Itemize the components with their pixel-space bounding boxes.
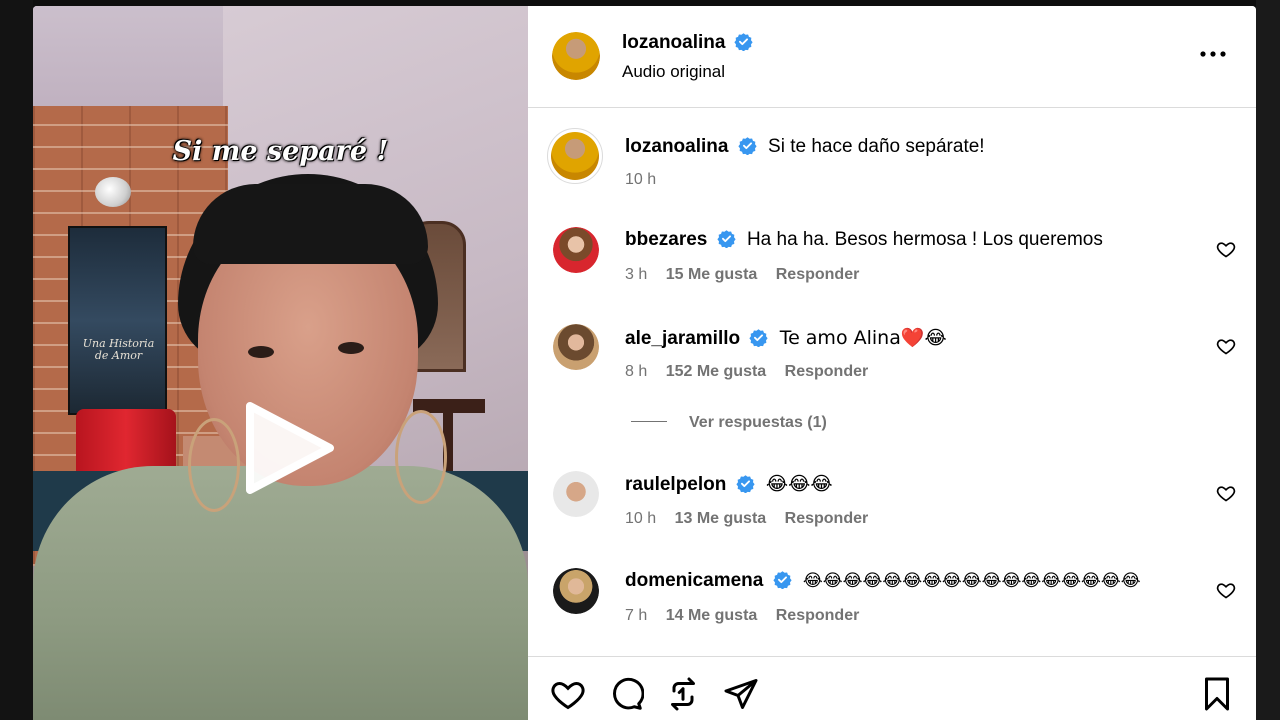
avatar[interactable] xyxy=(553,324,599,370)
comment-text: Te amo Alina❤️😂 xyxy=(779,327,947,349)
comment-time[interactable]: 8 h xyxy=(625,363,647,380)
comment-likes[interactable]: 152 Me gusta xyxy=(666,363,766,380)
verified-icon xyxy=(738,137,757,155)
comment-item: domenicamena 😂😂😂😂😂😂😂😂😂😂😂😂😂😂😂😂😂 7 h 14 Me… xyxy=(528,565,1256,635)
caption-text: Si te hace daño sepárate! xyxy=(768,136,985,157)
action-bar xyxy=(528,656,1256,720)
comment-username[interactable]: bbezares xyxy=(625,229,707,250)
avatar[interactable] xyxy=(552,32,600,80)
play-icon[interactable] xyxy=(238,398,338,498)
share-icon[interactable] xyxy=(723,676,759,712)
heart-icon[interactable] xyxy=(1216,580,1236,600)
comment-item: raulelpelon 😂😂😂 10 h 13 Me gusta Respond… xyxy=(528,468,1256,538)
post-author-username[interactable]: lozanoalina xyxy=(622,32,725,53)
comment-item: bbezares Ha ha ha. Besos hermosa ! Los q… xyxy=(528,224,1256,294)
verified-icon xyxy=(749,329,769,347)
comment-time[interactable]: 7 h xyxy=(625,607,647,624)
video-person xyxy=(248,346,274,358)
comment-icon[interactable] xyxy=(608,676,644,712)
replies-divider xyxy=(631,421,667,422)
avatar[interactable] xyxy=(547,128,603,184)
heart-icon[interactable] xyxy=(1216,336,1236,356)
video-person xyxy=(188,418,240,512)
comment-time[interactable]: 3 h xyxy=(625,266,647,283)
more-options-icon[interactable] xyxy=(1198,44,1228,64)
comment-username[interactable]: ale_jaramillo xyxy=(625,328,740,349)
video-person xyxy=(395,410,447,504)
video-person xyxy=(33,466,528,720)
post-modal: Una Historia de Amor Si me separé ! loza… xyxy=(33,6,1256,720)
verified-icon xyxy=(717,230,736,248)
reply-button[interactable]: Responder xyxy=(785,510,869,527)
avatar[interactable] xyxy=(553,227,599,273)
video-overlay-caption: Si me separé ! xyxy=(172,136,389,167)
comment-text: Ha ha ha. Besos hermosa ! Los queremos xyxy=(746,229,1103,250)
reply-button[interactable]: Responder xyxy=(776,607,860,624)
comment-item: ale_jaramillo Te amo Alina❤️😂 8 h 152 Me… xyxy=(528,321,1256,391)
verified-icon xyxy=(734,33,753,51)
video-person xyxy=(193,184,428,264)
avatar[interactable] xyxy=(553,568,599,614)
comment-username[interactable]: domenicamena xyxy=(625,570,763,591)
video-person xyxy=(338,342,364,354)
comment-time[interactable]: 10 h xyxy=(625,510,656,527)
post-header: lozanoalina Audio original xyxy=(528,6,1256,108)
reply-button[interactable]: Responder xyxy=(785,363,869,380)
verified-icon xyxy=(773,571,792,589)
post-panel: lozanoalina Audio original lozanoalina S… xyxy=(528,6,1256,720)
comment-likes[interactable]: 13 Me gusta xyxy=(675,510,767,527)
heart-icon[interactable] xyxy=(1216,239,1236,259)
verified-icon xyxy=(736,475,755,493)
heart-icon[interactable] xyxy=(550,676,586,712)
video-poster: Una Historia de Amor xyxy=(68,226,167,415)
comment-text: 😂😂😂 xyxy=(765,473,833,495)
bookmark-icon[interactable] xyxy=(1199,676,1235,712)
post-caption: lozanoalina Si te hace daño sepárate! 10… xyxy=(528,126,1256,196)
video-scene xyxy=(95,177,131,207)
avatar[interactable] xyxy=(553,471,599,517)
comment-text: 😂😂😂😂😂😂😂😂😂😂😂😂😂😂😂😂😂 xyxy=(802,571,1141,591)
repost-icon[interactable] xyxy=(665,676,701,712)
comment-likes[interactable]: 14 Me gusta xyxy=(666,607,758,624)
comment-likes[interactable]: 15 Me gusta xyxy=(666,266,758,283)
poster-title: Una Historia de Amor xyxy=(82,337,155,362)
view-replies-label: Ver respuestas (1) xyxy=(689,414,827,431)
comment-username[interactable]: raulelpelon xyxy=(625,474,726,495)
caption-time[interactable]: 10 h xyxy=(625,171,656,188)
view-replies-button[interactable]: Ver respuestas (1) xyxy=(631,414,827,432)
caption-username[interactable]: lozanoalina xyxy=(625,136,728,157)
audio-label[interactable]: Audio original xyxy=(622,62,725,82)
reply-button[interactable]: Responder xyxy=(776,266,860,283)
heart-icon[interactable] xyxy=(1216,483,1236,503)
video-player[interactable]: Una Historia de Amor Si me separé ! xyxy=(33,6,528,720)
